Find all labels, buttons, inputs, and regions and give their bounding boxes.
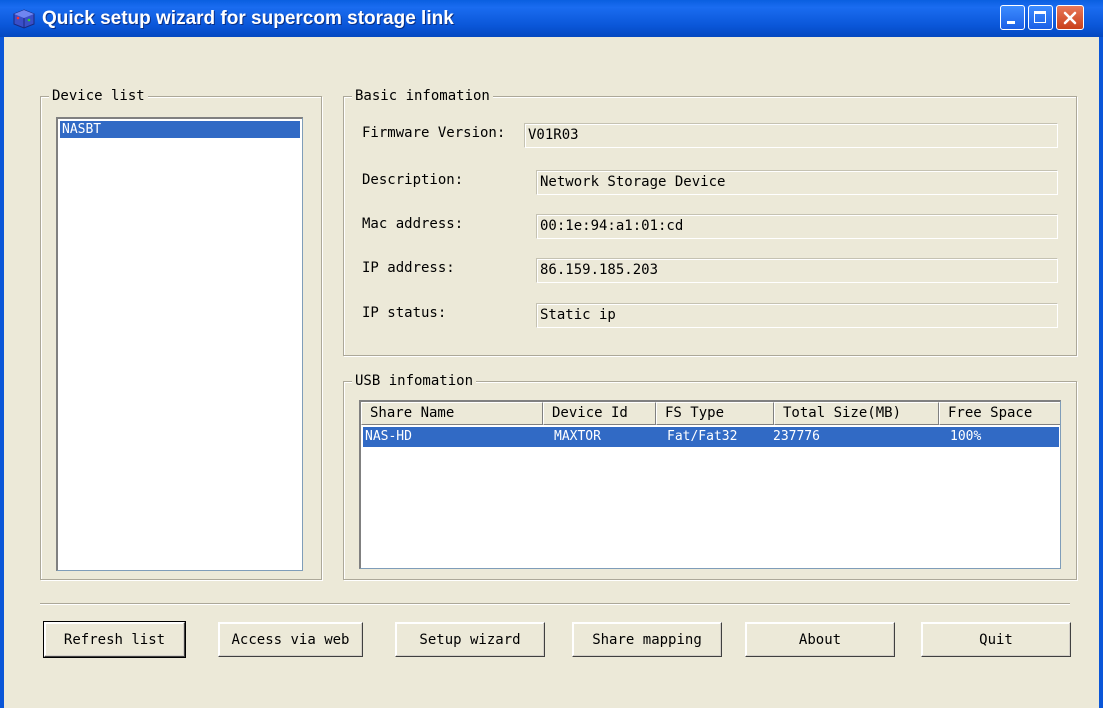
device-list-legend: Device list	[49, 88, 148, 104]
ip-address-label: IP address:	[362, 260, 455, 276]
ip-address-field: 86.159.185.203	[536, 258, 1058, 283]
setup-wizard-button[interactable]: Setup wizard	[395, 622, 545, 657]
share-mapping-button[interactable]: Share mapping	[572, 622, 722, 657]
column-header-fs-type[interactable]: FS Type	[656, 402, 774, 425]
column-header-device-id[interactable]: Device Id	[543, 402, 656, 425]
device-listbox[interactable]: NASBT	[56, 117, 303, 571]
close-button[interactable]	[1056, 5, 1084, 30]
ip-status-field: Static ip	[536, 303, 1058, 328]
ip-status-label: IP status:	[362, 305, 447, 321]
firmware-version-field: V01R03	[524, 123, 1058, 148]
separator-line	[40, 603, 1070, 605]
device-id-cell: MAXTOR	[554, 429, 601, 444]
access-via-web-button[interactable]: Access via web	[218, 622, 363, 657]
usb-share-listview[interactable]: Share Name Device Id FS Type Total Size(…	[359, 400, 1061, 569]
share-name-cell: NAS-HD	[365, 429, 412, 444]
minimize-button[interactable]	[1000, 5, 1025, 30]
column-header-total-size[interactable]: Total Size(MB)	[774, 402, 939, 425]
table-row[interactable]: NAS-HD MAXTOR Fat/Fat32 237776 100%	[363, 427, 1059, 447]
storage-cube-icon	[13, 9, 35, 29]
title-bar[interactable]: Quick setup wizard for supercom storage …	[0, 0, 1103, 37]
firmware-version-label: Firmware Version:	[362, 125, 506, 141]
close-icon	[1063, 11, 1077, 25]
window-client-area: Device list NASBT Basic infomation Firmw…	[0, 37, 1103, 708]
maximize-button[interactable]	[1028, 5, 1053, 30]
usb-info-legend: USB infomation	[352, 373, 477, 389]
column-header-free-space[interactable]: Free Space	[939, 402, 1060, 425]
basic-info-group: Basic infomation Firmware Version: V01R0…	[343, 88, 1077, 356]
usb-info-group: USB infomation Share Name Device Id FS T…	[343, 373, 1077, 580]
mac-address-label: Mac address:	[362, 216, 464, 232]
device-list-item[interactable]: NASBT	[60, 121, 300, 138]
window-title: Quick setup wizard for supercom storage …	[42, 8, 454, 29]
basic-info-legend: Basic infomation	[352, 88, 493, 104]
description-label: Description:	[362, 172, 464, 188]
column-header-share-name[interactable]: Share Name	[361, 402, 543, 425]
fs-type-cell: Fat/Fat32	[667, 429, 738, 444]
about-button[interactable]: About	[745, 622, 895, 657]
refresh-list-button[interactable]: Refresh list	[43, 621, 186, 658]
description-field: Network Storage Device	[536, 170, 1058, 195]
device-list-group: Device list NASBT	[40, 88, 322, 580]
free-space-cell: 100%	[950, 429, 982, 444]
mac-address-field: 00:1e:94:a1:01:cd	[536, 214, 1058, 239]
total-size-cell: 237776	[773, 429, 820, 444]
quit-button[interactable]: Quit	[921, 622, 1071, 657]
